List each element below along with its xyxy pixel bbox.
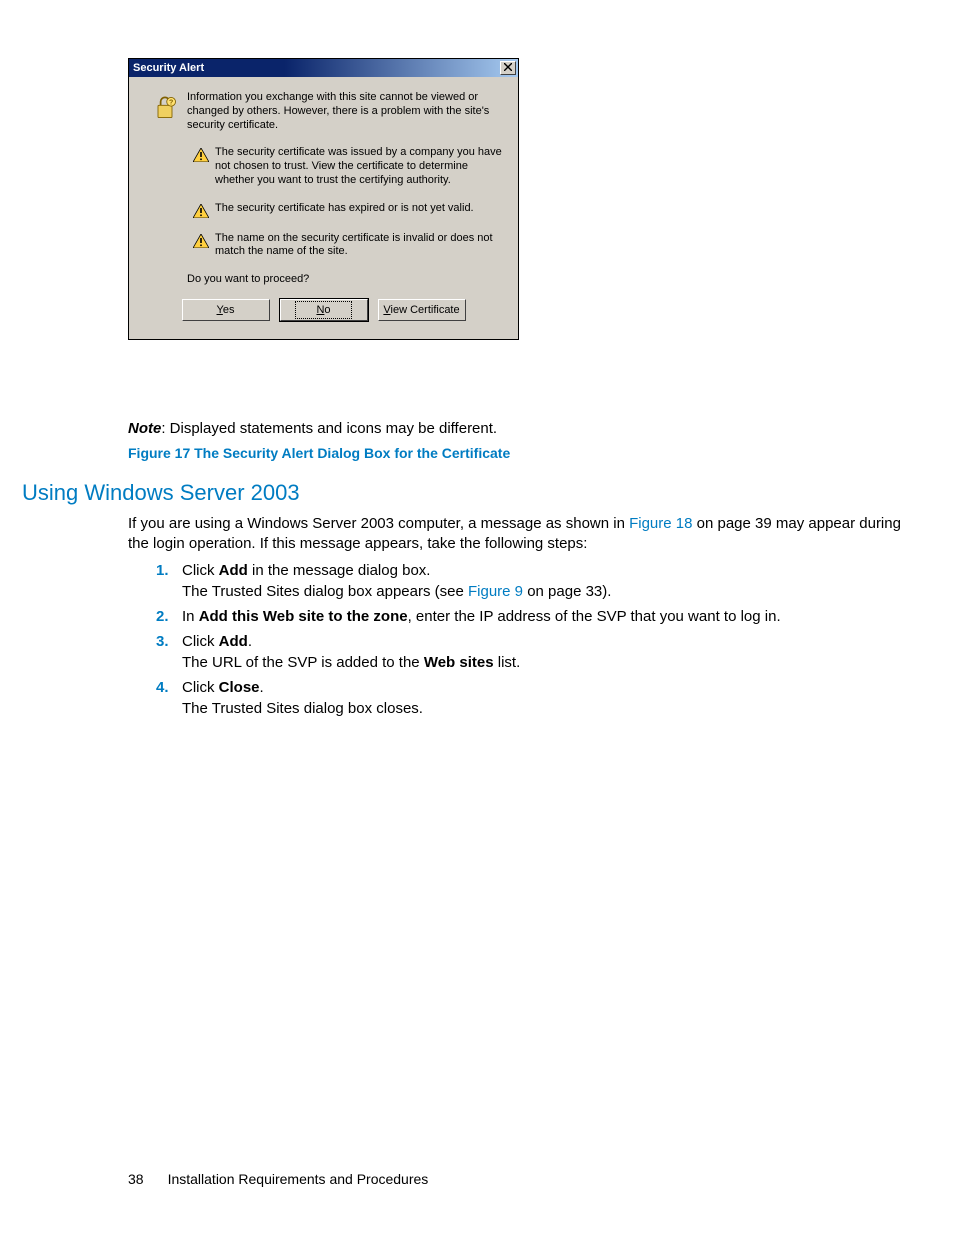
footer-title: Installation Requirements and Procedures [168,1171,429,1187]
figure-caption: Figure 17 The Security Alert Dialog Box … [128,445,908,461]
figure-18-link[interactable]: Figure 18 [629,515,692,532]
note-label: Note [128,420,161,437]
step-3: 3. Click Add. The URL of the SVP is adde… [156,631,916,673]
warning-icon [193,148,209,162]
close-icon [504,63,512,74]
dialog-body: ? Information you exchange with this sit… [129,77,518,339]
dialog-warning-2: The security certificate has expired or … [215,202,504,216]
dialog-warning-1: The security certificate was issued by a… [215,146,504,187]
svg-text:?: ? [169,99,173,106]
warning-icon [193,234,209,248]
note-line: Note: Displayed statements and icons may… [128,420,908,437]
close-button[interactable] [500,61,516,75]
page-footer: 38 Installation Requirements and Procedu… [128,1171,428,1187]
section-heading: Using Windows Server 2003 [22,480,300,506]
yes-button[interactable]: Yes [182,299,270,321]
steps-list: 1. Click Add in the message dialog box. … [156,560,916,723]
dialog-main-text: Information you exchange with this site … [187,91,504,132]
step-2: 2. In Add this Web site to the zone, ent… [156,606,916,627]
page-number: 38 [128,1171,144,1187]
warning-icon [193,204,209,218]
intro-paragraph: If you are using a Windows Server 2003 c… [128,514,918,555]
dialog-title: Security Alert [133,62,500,74]
dialog-warning-3: The name on the security certificate is … [215,232,504,260]
no-label: o [324,304,330,316]
step-1: 1. Click Add in the message dialog box. … [156,560,916,602]
step-4: 4. Click Close. The Trusted Sites dialog… [156,677,916,719]
view-certificate-button[interactable]: View Certificate [378,299,466,321]
figure-9-link[interactable]: Figure 9 [468,583,523,600]
lock-icon: ? [151,93,179,124]
yes-label: es [223,304,235,316]
note-text: : Displayed statements and icons may be … [161,420,497,437]
dialog-button-row: Yes No View Certificate [143,299,504,321]
no-button[interactable]: No [280,299,368,321]
dialog-question: Do you want to proceed? [187,273,504,285]
security-alert-dialog: Security Alert ? Information you exchang… [128,58,519,340]
dialog-titlebar: Security Alert [129,59,518,77]
view-label: iew Certificate [391,304,460,316]
